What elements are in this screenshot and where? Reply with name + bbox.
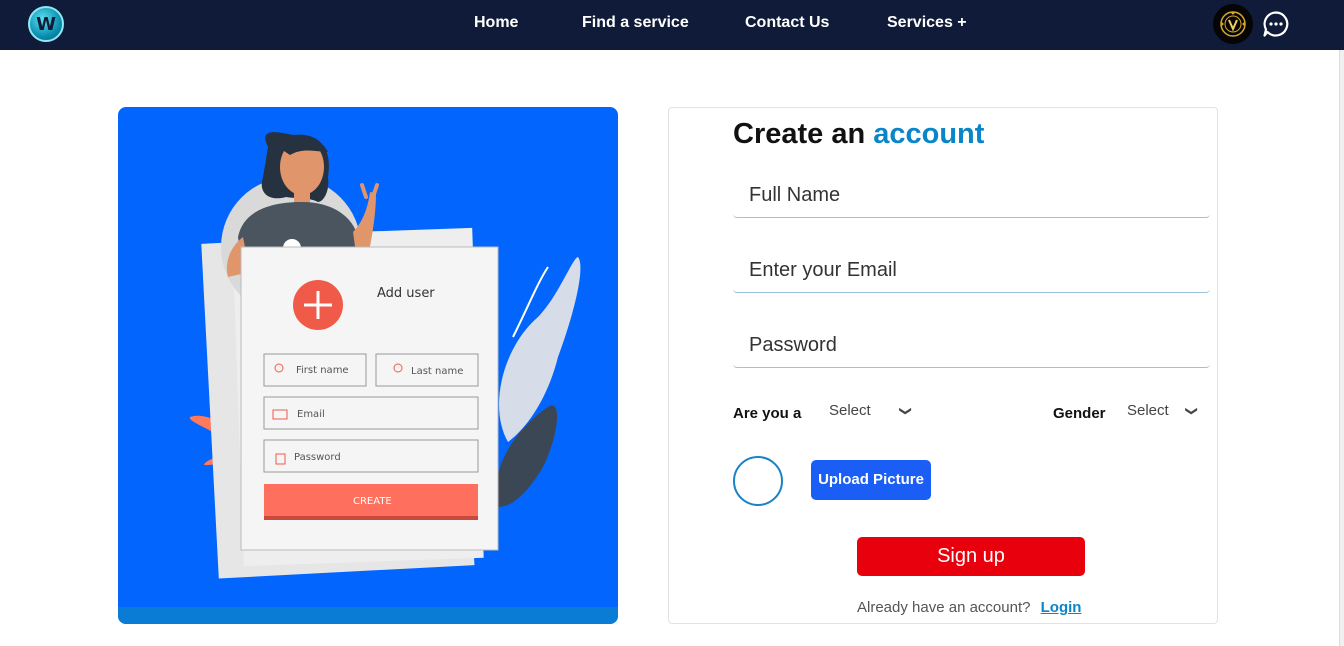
- top-navbar: W Home Find a service Contact Us Service…: [0, 0, 1344, 50]
- site-logo[interactable]: W: [28, 6, 64, 42]
- nav-home-link[interactable]: Home: [474, 14, 518, 32]
- form-heading-main: Create an: [733, 118, 866, 150]
- gender-select-value: Select: [1127, 402, 1169, 419]
- form-heading: Create an account: [733, 118, 984, 151]
- chat-bubble-icon[interactable]: [1262, 10, 1290, 38]
- login-prompt: Already have an account? Login: [857, 599, 1081, 616]
- illustration-password: Password: [294, 452, 341, 463]
- illustration-create: CREATE: [353, 496, 392, 507]
- illustration-card-title: Add user: [377, 286, 435, 301]
- illustration-last-name: Last name: [411, 366, 464, 377]
- password-input[interactable]: [733, 324, 1210, 368]
- are-you-label: Are you a: [733, 405, 802, 422]
- chevron-down-icon: ❯: [898, 405, 913, 417]
- upload-picture-button[interactable]: Upload Picture: [811, 460, 931, 500]
- gender-select[interactable]: Select ❯: [1127, 402, 1199, 426]
- chevron-down-icon: ❯: [1184, 405, 1199, 417]
- are-you-select-value: Select: [829, 402, 871, 419]
- nav-services-link[interactable]: Services +: [887, 14, 967, 32]
- are-you-select[interactable]: Select ❯: [829, 402, 913, 426]
- illustration-email: Email: [297, 409, 325, 420]
- picture-preview: [733, 456, 783, 506]
- signup-button[interactable]: Sign up: [857, 537, 1085, 576]
- logo-letter: W: [36, 14, 56, 35]
- gender-label: Gender: [1053, 405, 1106, 422]
- signup-form-card: Create an account Are you a Select ❯ Gen…: [668, 107, 1218, 624]
- login-link[interactable]: Login: [1041, 599, 1082, 616]
- illustration-bottom-strip: [118, 607, 618, 624]
- email-input[interactable]: [733, 249, 1210, 293]
- illustration-first-name: First name: [296, 365, 349, 376]
- full-name-input[interactable]: [733, 174, 1210, 218]
- signup-illustration: Add user First name Last name Email Pass…: [118, 107, 618, 624]
- nav-find-service-link[interactable]: Find a service: [582, 14, 689, 32]
- page-scrollbar[interactable]: [1339, 50, 1344, 646]
- nav-contact-link[interactable]: Contact Us: [745, 14, 829, 32]
- form-heading-accent: account: [873, 118, 985, 150]
- profile-avatar-icon[interactable]: [1213, 4, 1253, 44]
- login-prompt-text: Already have an account?: [857, 599, 1031, 616]
